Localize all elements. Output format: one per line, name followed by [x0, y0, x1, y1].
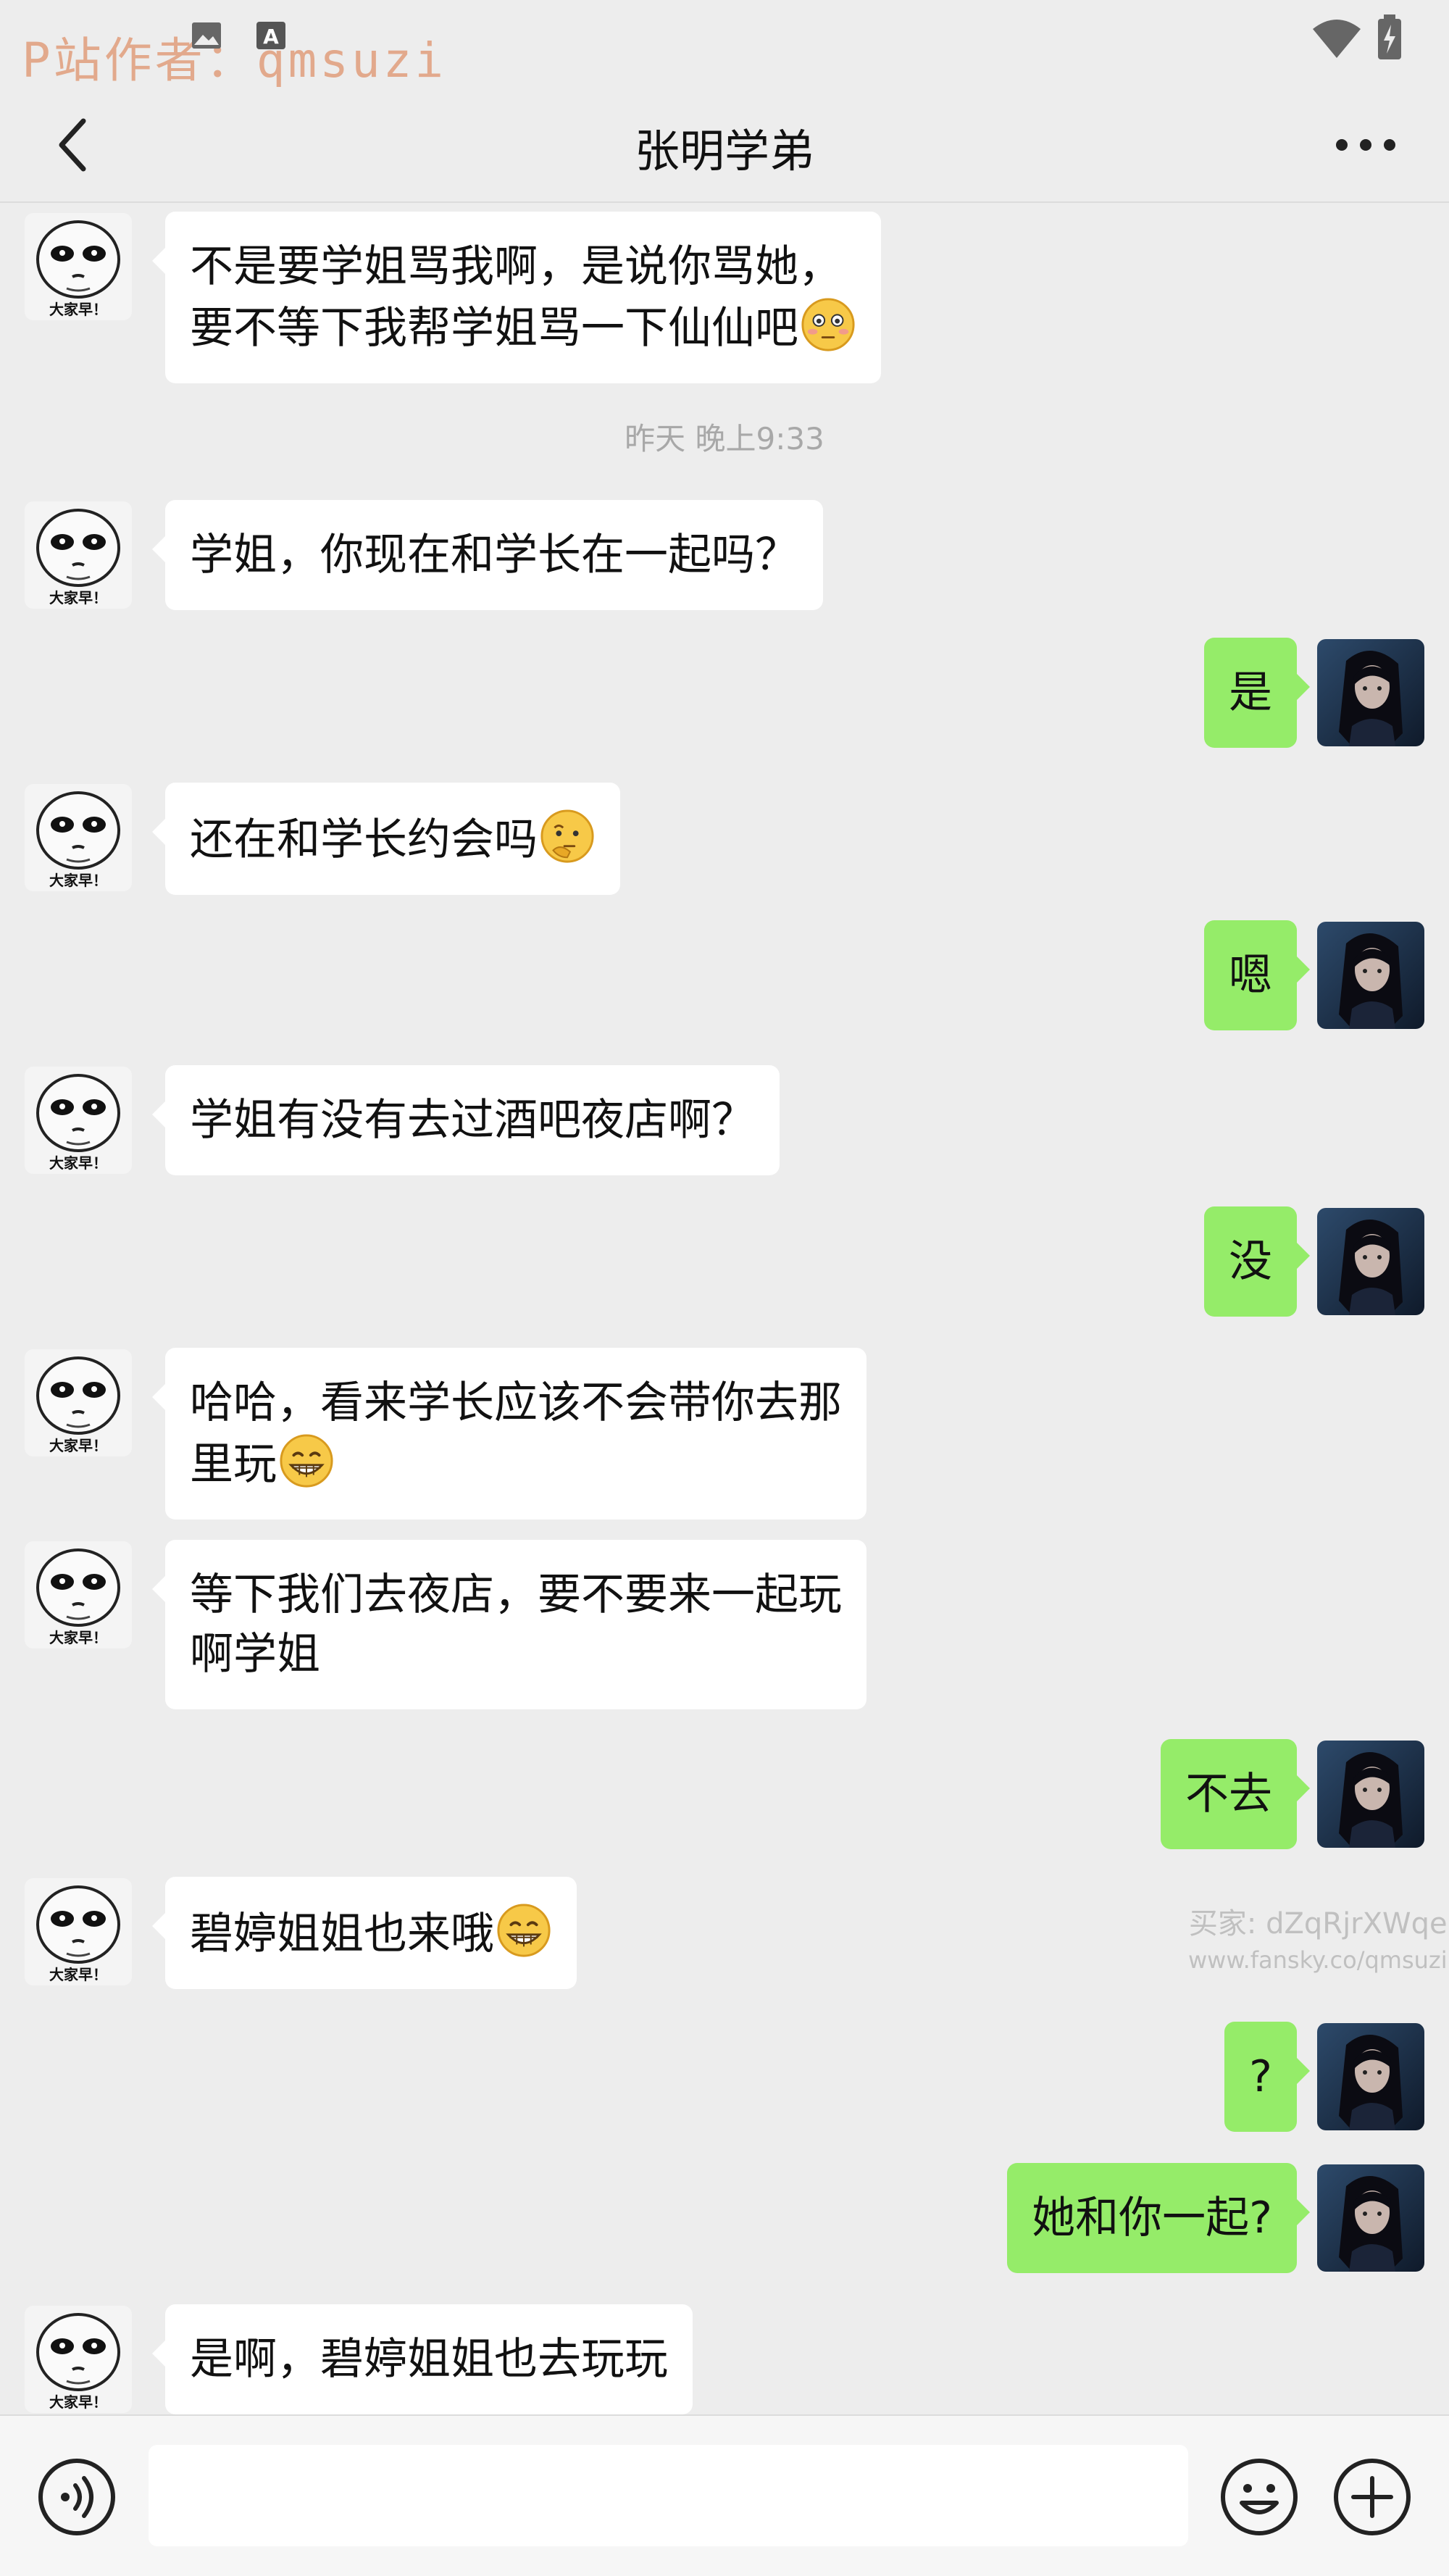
sent-message-bubble[interactable]: 她和你一起? — [1007, 2163, 1310, 2273]
sent-message-bubble[interactable]: ? — [1224, 2022, 1310, 2132]
svg-text:大家早！: 大家早！ — [49, 1629, 107, 1646]
contact-avatar[interactable]: 大家早！ — [25, 2306, 132, 2413]
contact-avatar[interactable]: 大家早！ — [25, 1541, 132, 1648]
message-text: 没 — [1229, 1236, 1272, 1287]
plus-circle-icon[interactable] — [1332, 2456, 1413, 2538]
svg-text:大家早！: 大家早！ — [49, 1154, 107, 1172]
sent-message-bubble[interactable]: 没 — [1204, 1206, 1310, 1317]
svg-text:大家早！: 大家早！ — [49, 301, 107, 318]
received-message-bubble[interactable]: 学姐，你现在和学长在一起吗？ — [152, 500, 823, 610]
font-a-icon: A — [256, 22, 285, 49]
message-text: 啊学姐 — [190, 1629, 320, 1680]
message-text: 是 — [1229, 667, 1272, 718]
self-avatar[interactable] — [1317, 1741, 1424, 1848]
chat-header: 张明学弟 — [0, 87, 1449, 203]
grin-emoji-icon — [277, 1434, 335, 1490]
contact-avatar[interactable]: 大家早！ — [25, 1349, 132, 1456]
self-avatar[interactable] — [1317, 922, 1424, 1029]
message-text: 碧婷姐姐也来哦 — [190, 1902, 552, 1964]
received-message-bubble[interactable]: 碧婷姐姐也来哦 — [152, 1877, 577, 1989]
svg-text:大家早！: 大家早！ — [49, 589, 107, 607]
battery-icon — [1378, 14, 1401, 59]
voice-icon[interactable] — [36, 2456, 117, 2538]
self-avatar[interactable] — [1317, 2023, 1424, 2130]
message-text: 还在和学长约会吗 — [190, 808, 596, 870]
received-message-bubble[interactable]: 还在和学长约会吗 — [152, 783, 620, 895]
message-text: 要不等下我帮学姐骂一下仙仙吧 — [190, 296, 856, 358]
contact-avatar[interactable]: 大家早！ — [25, 784, 132, 891]
received-message-bubble[interactable]: 等下我们去夜店，要不要来一起玩 啊学姐 — [152, 1540, 867, 1709]
message-text: 学姐有没有去过酒吧夜店啊？ — [190, 1095, 755, 1146]
message-text: 里玩 — [190, 1433, 842, 1494]
received-message-bubble[interactable]: 是啊，碧婷姐姐也去玩玩 — [152, 2304, 693, 2414]
page-title: 张明学弟 — [634, 125, 814, 178]
more-dots-icon[interactable] — [1326, 116, 1406, 174]
svg-text:大家早！: 大家早！ — [49, 1966, 107, 1983]
received-message-bubble[interactable]: 不是要学姐骂我啊，是说你骂她， 要不等下我帮学姐骂一下仙仙吧 — [152, 212, 881, 383]
svg-text:大家早！: 大家早！ — [49, 872, 107, 889]
message-text: 不是要学姐骂我啊，是说你骂她， — [190, 241, 842, 292]
received-message-bubble[interactable]: 哈哈，看来学长应该不会带你去那 里玩 — [152, 1348, 867, 1520]
received-message-bubble[interactable]: 学姐有没有去过酒吧夜店啊？ — [152, 1065, 780, 1175]
self-avatar[interactable] — [1317, 1208, 1424, 1315]
input-bar — [0, 2414, 1449, 2576]
author-watermark: P站作者：qmsuzi — [22, 33, 447, 88]
message-text: 不去 — [1185, 1769, 1272, 1820]
self-avatar[interactable] — [1317, 2164, 1424, 2272]
message-text: ? — [1249, 2051, 1272, 2102]
message-text: 哈哈，看来学长应该不会带你去那 — [190, 1377, 842, 1428]
message-text: 等下我们去夜店，要不要来一起玩 — [190, 1570, 842, 1620]
wifi-icon — [1313, 20, 1361, 58]
sent-message-bubble[interactable]: 是 — [1204, 638, 1310, 748]
sent-message-bubble[interactable]: 嗯 — [1204, 920, 1310, 1030]
svg-text:大家早！: 大家早！ — [49, 1437, 107, 1454]
message-text: 她和你一起? — [1032, 2193, 1272, 2243]
timestamp: 昨天 晚上9:33 — [625, 421, 824, 457]
status-bar: P站作者：qmsuzi A — [0, 0, 1449, 88]
message-text: 是啊，碧婷姐姐也去玩玩 — [190, 2334, 668, 2385]
contact-avatar[interactable]: 大家早！ — [25, 213, 132, 320]
flushed-emoji-icon — [798, 298, 856, 354]
grin-emoji-icon — [494, 1904, 552, 1959]
self-avatar[interactable] — [1317, 639, 1424, 746]
thinking-emoji-icon — [538, 809, 596, 865]
smiley-icon[interactable] — [1219, 2456, 1300, 2538]
svg-text:A: A — [263, 25, 279, 49]
contact-avatar[interactable]: 大家早！ — [25, 1878, 132, 1985]
buyer-watermark-url: www.fansky.co/qmsuzi — [1188, 1946, 1448, 1974]
contact-avatar[interactable]: 大家早！ — [25, 1067, 132, 1174]
message-list[interactable]: 昨天 晚上9:33 买家: dZqRjrXWqe www.fansky.co/q… — [0, 204, 1449, 2414]
message-text: 学姐，你现在和学长在一起吗？ — [190, 530, 798, 580]
message-input[interactable] — [149, 2445, 1188, 2546]
buyer-watermark: 买家: dZqRjrXWqe www.fansky.co/qmsuzi — [1188, 1900, 1448, 1974]
image-icon — [192, 22, 221, 49]
message-text: 嗯 — [1229, 950, 1272, 1001]
contact-avatar[interactable]: 大家早！ — [25, 501, 132, 609]
sent-message-bubble[interactable]: 不去 — [1161, 1739, 1310, 1849]
buyer-watermark-line: 买家: dZqRjrXWqe — [1188, 1907, 1448, 1941]
svg-text:大家早！: 大家早！ — [49, 2393, 107, 2411]
